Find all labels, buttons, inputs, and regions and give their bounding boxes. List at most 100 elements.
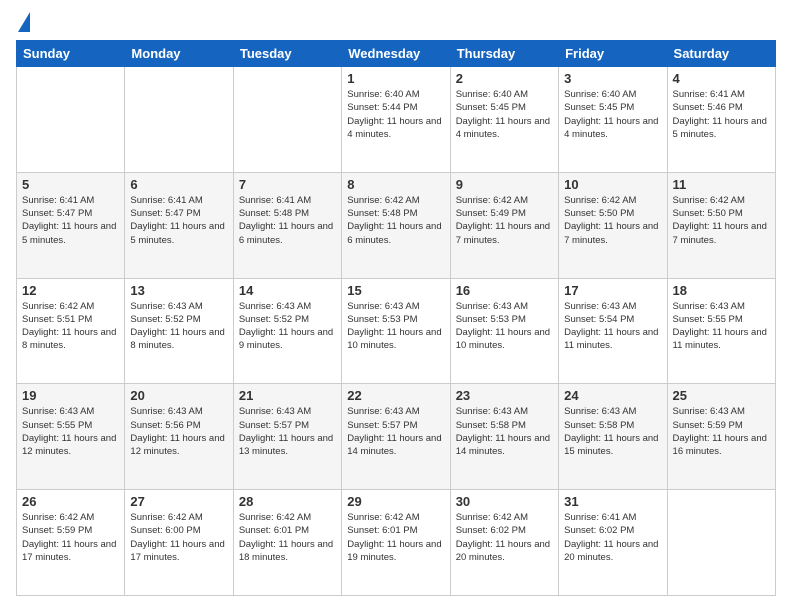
calendar-cell <box>667 490 775 596</box>
day-number: 12 <box>22 283 119 298</box>
day-info: Sunrise: 6:42 AM Sunset: 6:00 PM Dayligh… <box>130 511 227 564</box>
col-header-friday: Friday <box>559 41 667 67</box>
day-info: Sunrise: 6:40 AM Sunset: 5:45 PM Dayligh… <box>564 88 661 141</box>
calendar-cell: 4Sunrise: 6:41 AM Sunset: 5:46 PM Daylig… <box>667 67 775 173</box>
day-number: 17 <box>564 283 661 298</box>
day-info: Sunrise: 6:43 AM Sunset: 5:56 PM Dayligh… <box>130 405 227 458</box>
calendar-cell: 12 Sunrise: 6:42 AM Sunset: 5:51 PM Dayli… <box>17 278 125 384</box>
day-info: Sunrise: 6:41 AM Sunset: 6:02 PM Dayligh… <box>564 511 661 564</box>
calendar-cell <box>125 67 233 173</box>
day-number: 19 <box>22 388 119 403</box>
day-info: Sunrise: 6:42 AM Sunset: 6:01 PM Dayligh… <box>347 511 444 564</box>
calendar-cell: 17 Sunrise: 6:43 AM Sunset: 5:54 PM Dayli… <box>559 278 667 384</box>
day-number: 11 <box>673 177 770 192</box>
calendar-cell: 29 Sunrise: 6:42 AM Sunset: 6:01 PM Dayli… <box>342 490 450 596</box>
day-info: Sunrise: 6:41 AM Sunset: 5:47 PM Dayligh… <box>130 194 227 247</box>
day-number: 22 <box>347 388 444 403</box>
day-number: 29 <box>347 494 444 509</box>
col-header-tuesday: Tuesday <box>233 41 341 67</box>
day-number: 6 <box>130 177 227 192</box>
col-header-saturday: Saturday <box>667 41 775 67</box>
day-info: Sunrise: 6:43 AM Sunset: 5:55 PM Dayligh… <box>673 300 770 353</box>
calendar-week-row: 19 Sunrise: 6:43 AM Sunset: 5:55 PM Dayli… <box>17 384 776 490</box>
day-info: Sunrise: 6:43 AM Sunset: 5:54 PM Dayligh… <box>564 300 661 353</box>
day-info: Sunrise: 6:43 AM Sunset: 5:53 PM Dayligh… <box>456 300 553 353</box>
day-info: Sunrise: 6:43 AM Sunset: 5:58 PM Dayligh… <box>564 405 661 458</box>
calendar-cell: 18 Sunrise: 6:43 AM Sunset: 5:55 PM Dayli… <box>667 278 775 384</box>
calendar-cell: 24 Sunrise: 6:43 AM Sunset: 5:58 PM Dayli… <box>559 384 667 490</box>
calendar-cell: 16 Sunrise: 6:43 AM Sunset: 5:53 PM Dayli… <box>450 278 558 384</box>
day-number: 5 <box>22 177 119 192</box>
header <box>16 16 776 30</box>
calendar-cell: 13 Sunrise: 6:43 AM Sunset: 5:52 PM Dayli… <box>125 278 233 384</box>
calendar-table: SundayMondayTuesdayWednesdayThursdayFrid… <box>16 40 776 596</box>
day-info: Sunrise: 6:42 AM Sunset: 6:01 PM Dayligh… <box>239 511 336 564</box>
day-number: 28 <box>239 494 336 509</box>
day-number: 30 <box>456 494 553 509</box>
day-info: Sunrise: 6:42 AM Sunset: 6:02 PM Dayligh… <box>456 511 553 564</box>
day-number: 10 <box>564 177 661 192</box>
calendar-cell: 31 Sunrise: 6:41 AM Sunset: 6:02 PM Dayli… <box>559 490 667 596</box>
day-info: Sunrise: 6:42 AM Sunset: 5:59 PM Dayligh… <box>22 511 119 564</box>
logo <box>16 16 30 30</box>
calendar-cell: 27 Sunrise: 6:42 AM Sunset: 6:00 PM Dayli… <box>125 490 233 596</box>
day-number: 9 <box>456 177 553 192</box>
day-info: Sunrise: 6:40 AM Sunset: 5:45 PM Dayligh… <box>456 88 553 141</box>
calendar-cell: 23 Sunrise: 6:43 AM Sunset: 5:58 PM Dayli… <box>450 384 558 490</box>
col-header-thursday: Thursday <box>450 41 558 67</box>
day-info: Sunrise: 6:41 AM Sunset: 5:47 PM Dayligh… <box>22 194 119 247</box>
day-number: 27 <box>130 494 227 509</box>
day-info: Sunrise: 6:43 AM Sunset: 5:57 PM Dayligh… <box>347 405 444 458</box>
day-number: 2 <box>456 71 553 86</box>
calendar-cell: 25Sunrise: 6:43 AM Sunset: 5:59 PM Dayli… <box>667 384 775 490</box>
calendar-cell: 28 Sunrise: 6:42 AM Sunset: 6:01 PM Dayli… <box>233 490 341 596</box>
calendar-cell: 21 Sunrise: 6:43 AM Sunset: 5:57 PM Dayli… <box>233 384 341 490</box>
day-info: Sunrise: 6:43 AM Sunset: 5:57 PM Dayligh… <box>239 405 336 458</box>
calendar-cell: 6 Sunrise: 6:41 AM Sunset: 5:47 PM Daylig… <box>125 172 233 278</box>
day-number: 4 <box>673 71 770 86</box>
calendar-cell: 8Sunrise: 6:42 AM Sunset: 5:48 PM Daylig… <box>342 172 450 278</box>
col-header-monday: Monday <box>125 41 233 67</box>
day-info: Sunrise: 6:43 AM Sunset: 5:59 PM Dayligh… <box>673 405 770 458</box>
day-number: 20 <box>130 388 227 403</box>
col-header-sunday: Sunday <box>17 41 125 67</box>
calendar-week-row: 12 Sunrise: 6:42 AM Sunset: 5:51 PM Dayli… <box>17 278 776 384</box>
day-number: 18 <box>673 283 770 298</box>
calendar-cell: 9Sunrise: 6:42 AM Sunset: 5:49 PM Daylig… <box>450 172 558 278</box>
day-info: Sunrise: 6:43 AM Sunset: 5:52 PM Dayligh… <box>239 300 336 353</box>
day-number: 16 <box>456 283 553 298</box>
day-info: Sunrise: 6:42 AM Sunset: 5:50 PM Dayligh… <box>564 194 661 247</box>
calendar-cell: 7Sunrise: 6:41 AM Sunset: 5:48 PM Daylig… <box>233 172 341 278</box>
calendar-header-row: SundayMondayTuesdayWednesdayThursdayFrid… <box>17 41 776 67</box>
logo-triangle-icon <box>18 12 30 32</box>
day-number: 24 <box>564 388 661 403</box>
day-info: Sunrise: 6:42 AM Sunset: 5:50 PM Dayligh… <box>673 194 770 247</box>
day-info: Sunrise: 6:43 AM Sunset: 5:55 PM Dayligh… <box>22 405 119 458</box>
calendar-cell: 20 Sunrise: 6:43 AM Sunset: 5:56 PM Dayli… <box>125 384 233 490</box>
calendar-cell: 11 Sunrise: 6:42 AM Sunset: 5:50 PM Dayli… <box>667 172 775 278</box>
calendar-week-row: 26 Sunrise: 6:42 AM Sunset: 5:59 PM Dayli… <box>17 490 776 596</box>
calendar-cell: 14Sunrise: 6:43 AM Sunset: 5:52 PM Dayli… <box>233 278 341 384</box>
calendar-cell: 10 Sunrise: 6:42 AM Sunset: 5:50 PM Dayli… <box>559 172 667 278</box>
day-number: 26 <box>22 494 119 509</box>
day-number: 7 <box>239 177 336 192</box>
calendar-cell: 5 Sunrise: 6:41 AM Sunset: 5:47 PM Daylig… <box>17 172 125 278</box>
calendar-week-row: 1 Sunrise: 6:40 AM Sunset: 5:44 PM Daylig… <box>17 67 776 173</box>
day-number: 8 <box>347 177 444 192</box>
day-number: 13 <box>130 283 227 298</box>
day-number: 21 <box>239 388 336 403</box>
day-number: 3 <box>564 71 661 86</box>
calendar-cell: 22 Sunrise: 6:43 AM Sunset: 5:57 PM Dayli… <box>342 384 450 490</box>
day-number: 31 <box>564 494 661 509</box>
calendar-cell: 26 Sunrise: 6:42 AM Sunset: 5:59 PM Dayli… <box>17 490 125 596</box>
calendar-cell <box>233 67 341 173</box>
day-info: Sunrise: 6:40 AM Sunset: 5:44 PM Dayligh… <box>347 88 444 141</box>
day-info: Sunrise: 6:43 AM Sunset: 5:52 PM Dayligh… <box>130 300 227 353</box>
day-number: 1 <box>347 71 444 86</box>
day-number: 23 <box>456 388 553 403</box>
day-info: Sunrise: 6:43 AM Sunset: 5:58 PM Dayligh… <box>456 405 553 458</box>
calendar-cell: 3 Sunrise: 6:40 AM Sunset: 5:45 PM Daylig… <box>559 67 667 173</box>
calendar-cell: 30 Sunrise: 6:42 AM Sunset: 6:02 PM Dayli… <box>450 490 558 596</box>
day-info: Sunrise: 6:42 AM Sunset: 5:51 PM Dayligh… <box>22 300 119 353</box>
calendar-cell: 19 Sunrise: 6:43 AM Sunset: 5:55 PM Dayli… <box>17 384 125 490</box>
